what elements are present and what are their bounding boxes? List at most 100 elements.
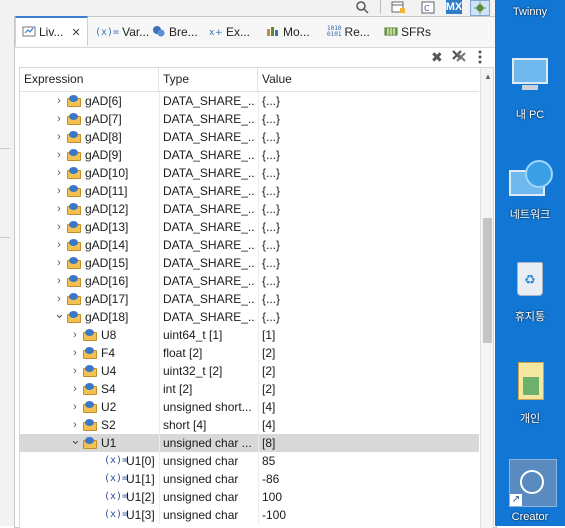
tree-row[interactable]: › gAD[14] DATA_SHARE_... {...} <box>20 236 479 254</box>
tab-live-expressions[interactable]: Liv... ✕ <box>15 16 88 46</box>
tree-row[interactable]: › U4 uint32_t [2] [2] <box>20 362 479 380</box>
value-cell[interactable]: [8] <box>262 434 472 452</box>
debug-perspective-icon[interactable] <box>470 0 490 16</box>
expand-arrow-icon[interactable]: › <box>54 200 64 218</box>
expand-arrow-icon[interactable]: › <box>54 254 64 272</box>
expand-arrow-icon[interactable]: › <box>54 218 64 236</box>
open-perspective-icon[interactable] <box>390 0 406 14</box>
struct-folder-icon <box>82 401 98 413</box>
expand-arrow-icon[interactable]: › <box>70 344 80 362</box>
column-divider <box>258 488 259 506</box>
tree-row[interactable]: › gAD[6] DATA_SHARE_... {...} <box>20 92 479 110</box>
value-cell[interactable]: {...} <box>262 110 472 128</box>
vertical-scrollbar[interactable]: ▲ <box>480 68 493 528</box>
expand-arrow-icon[interactable]: › <box>54 128 64 146</box>
value-cell[interactable]: [4] <box>262 416 472 434</box>
expand-arrow-icon[interactable]: › <box>54 164 64 182</box>
collapse-arrow-icon[interactable]: ⌄ <box>70 434 81 449</box>
tree-row[interactable]: (x)= U1[3] unsigned char -100 <box>20 506 479 524</box>
value-cell[interactable]: -86 <box>262 470 472 488</box>
scroll-up-icon[interactable]: ▲ <box>484 72 492 81</box>
expand-arrow-icon[interactable]: › <box>70 362 80 380</box>
collapse-arrow-icon[interactable]: ⌄ <box>54 308 65 323</box>
tree-row[interactable]: › U2 unsigned short... [4] <box>20 398 479 416</box>
expression-label: gAD[12] <box>85 202 129 216</box>
expand-arrow-icon[interactable]: › <box>54 290 64 308</box>
tree-row[interactable]: › U8 uint64_t [1] [1] <box>20 326 479 344</box>
tree-row[interactable]: › gAD[13] DATA_SHARE_... {...} <box>20 218 479 236</box>
value-cell[interactable]: [2] <box>262 380 472 398</box>
value-cell[interactable]: [2] <box>262 362 472 380</box>
value-cell[interactable]: [4] <box>262 398 472 416</box>
column-header-value[interactable]: Value <box>258 68 479 91</box>
expand-arrow-icon[interactable]: › <box>54 146 64 164</box>
value-cell[interactable]: {...} <box>262 164 472 182</box>
expand-arrow-icon[interactable]: › <box>70 326 80 344</box>
column-header-expression[interactable]: Expression <box>20 68 159 91</box>
tab-sfrs[interactable]: SFRs <box>384 17 431 47</box>
value-cell[interactable]: [2] <box>262 344 472 362</box>
ide-window: C MX Liv... ✕ (x)= Var... Bre... x + Ex.… <box>0 0 497 528</box>
tree-row[interactable]: › gAD[16] DATA_SHARE_... {...} <box>20 272 479 290</box>
scrollbar-thumb[interactable] <box>483 218 492 343</box>
tree-row[interactable]: › gAD[10] DATA_SHARE_... {...} <box>20 164 479 182</box>
search-icon[interactable] <box>354 0 370 14</box>
expand-arrow-icon[interactable]: › <box>54 92 64 110</box>
desktop-icon-creator[interactable]: ↗ Creator <box>495 0 565 526</box>
value-cell[interactable]: 85 <box>262 452 472 470</box>
mx-perspective-icon[interactable]: MX <box>446 0 462 14</box>
tab-registers[interactable]: 1010 0101 Re... <box>327 17 370 47</box>
value-cell[interactable]: {...} <box>262 236 472 254</box>
remove-expression-icon[interactable]: ✖ <box>431 49 443 66</box>
tree-row[interactable]: › S2 short [4] [4] <box>20 416 479 434</box>
tree-row[interactable]: › gAD[7] DATA_SHARE_... {...} <box>20 110 479 128</box>
value-cell[interactable]: {...} <box>262 290 472 308</box>
expression-label: gAD[16] <box>85 274 129 288</box>
tab-label: Bre... <box>169 25 198 39</box>
tree-row[interactable]: › gAD[12] DATA_SHARE_... {...} <box>20 200 479 218</box>
value-cell[interactable]: {...} <box>262 308 472 326</box>
tree-row[interactable]: › gAD[8] DATA_SHARE_... {...} <box>20 128 479 146</box>
expand-arrow-icon[interactable]: › <box>54 272 64 290</box>
value-cell[interactable]: {...} <box>262 200 472 218</box>
expand-arrow-icon[interactable]: › <box>54 182 64 200</box>
expand-arrow-icon[interactable]: › <box>54 110 64 128</box>
tree-row[interactable]: (x)= U1[0] unsigned char 85 <box>20 452 479 470</box>
tree-row[interactable]: (x)= U1[2] unsigned char 100 <box>20 488 479 506</box>
tree-row[interactable]: › F4 float [2] [2] <box>20 344 479 362</box>
tab-expressions[interactable]: x + Ex... <box>209 17 250 47</box>
tab-breakpoints[interactable]: Bre... <box>152 17 198 47</box>
tree-row[interactable]: › gAD[9] DATA_SHARE_... {...} <box>20 146 479 164</box>
expand-arrow-icon[interactable]: › <box>54 236 64 254</box>
value-cell[interactable]: {...} <box>262 128 472 146</box>
tree-row[interactable]: ⌄ gAD[18] DATA_SHARE_... {...} <box>20 308 479 326</box>
tree-row[interactable]: › gAD[17] DATA_SHARE_... {...} <box>20 290 479 308</box>
value-cell[interactable]: -100 <box>262 506 472 524</box>
tab-variables[interactable]: (x)= Var... <box>95 17 149 47</box>
value-cell[interactable]: 100 <box>262 488 472 506</box>
value-cell[interactable]: {...} <box>262 182 472 200</box>
expand-arrow-icon[interactable]: › <box>70 380 80 398</box>
tab-label: Liv... <box>39 25 64 39</box>
expand-arrow-icon[interactable]: › <box>70 416 80 434</box>
type-cell: DATA_SHARE_... <box>163 292 255 306</box>
column-header-type[interactable]: Type <box>159 68 258 91</box>
remove-all-expressions-icon[interactable] <box>451 49 467 66</box>
tree-row[interactable]: (x)= U1[1] unsigned char -86 <box>20 470 479 488</box>
tree-row[interactable]: › gAD[15] DATA_SHARE_... {...} <box>20 254 479 272</box>
tree-row[interactable]: › S4 int [2] [2] <box>20 380 479 398</box>
breakpoints-icon <box>152 25 166 40</box>
close-tab-icon[interactable]: ✕ <box>71 26 80 39</box>
tree-row[interactable]: › gAD[11] DATA_SHARE_... {...} <box>20 182 479 200</box>
value-cell[interactable]: {...} <box>262 218 472 236</box>
expand-arrow-icon[interactable]: › <box>70 398 80 416</box>
value-cell[interactable]: [1] <box>262 326 472 344</box>
c-perspective-icon[interactable]: C <box>420 0 436 14</box>
value-cell[interactable]: {...} <box>262 272 472 290</box>
value-cell[interactable]: {...} <box>262 92 472 110</box>
value-cell[interactable]: {...} <box>262 254 472 272</box>
view-menu-icon[interactable] <box>477 49 483 68</box>
tab-memory[interactable]: Mo... <box>266 17 310 47</box>
tree-row[interactable]: ⌄ U1 unsigned char ... [8] <box>20 434 479 452</box>
value-cell[interactable]: {...} <box>262 146 472 164</box>
